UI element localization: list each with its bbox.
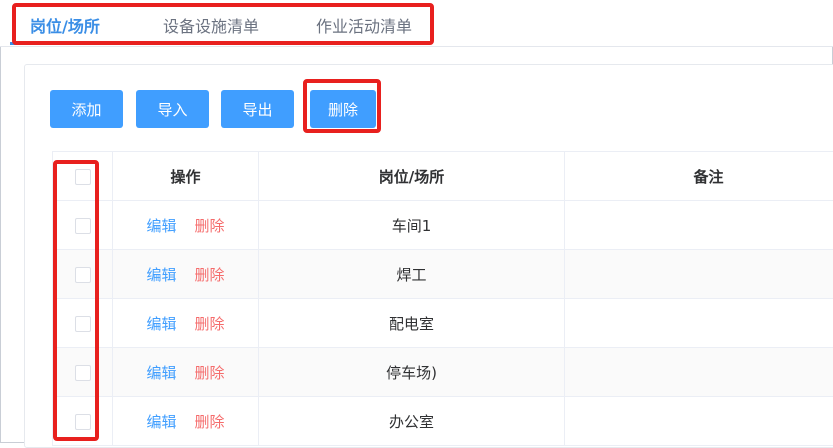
edit-link[interactable]: 编辑 [146,364,176,382]
tab-operation-list[interactable]: 作业活动清单 [316,13,412,37]
position-cell: 办公室 [259,397,565,446]
table-row: 编辑 删除 配电室 [53,299,833,348]
row-checkbox[interactable] [75,316,91,332]
table-row: 编辑 删除 焊工 [53,250,833,299]
delete-link[interactable]: 删除 [195,413,225,431]
delete-link[interactable]: 删除 [195,266,225,284]
import-button[interactable]: 导入 [136,90,209,128]
position-cell: 焊工 [259,250,565,299]
row-checkbox[interactable] [75,267,91,283]
delete-button[interactable]: 删除 [310,90,376,128]
table-row: 编辑 删除 车间1 [53,201,833,250]
remark-cell [565,348,833,397]
select-all-cell [53,152,113,201]
tab-equipment-list[interactable]: 设备设施清单 [163,13,259,37]
tab-positions[interactable]: 岗位/场所 [30,13,100,37]
row-checkbox[interactable] [75,414,91,430]
active-tab-indicator [10,42,128,45]
column-header-remark: 备注 [565,152,833,201]
table-row: 编辑 删除 办公室 [53,397,833,446]
edit-link[interactable]: 编辑 [146,315,176,333]
delete-link[interactable]: 删除 [195,217,225,235]
remark-cell [565,250,833,299]
column-header-action: 操作 [113,152,259,201]
remark-cell [565,299,833,348]
add-button[interactable]: 添加 [50,90,123,128]
position-cell: 车间1 [259,201,565,250]
tab-bar: 岗位/场所 设备设施清单 作业活动清单 [0,0,833,47]
table-row: 编辑 删除 停车场) [53,348,833,397]
edit-link[interactable]: 编辑 [146,217,176,235]
remark-cell [565,201,833,250]
edit-link[interactable]: 编辑 [146,413,176,431]
remark-cell [565,397,833,446]
row-checkbox[interactable] [75,218,91,234]
delete-link[interactable]: 删除 [195,364,225,382]
column-header-position: 岗位/场所 [259,152,565,201]
select-all-checkbox[interactable] [75,169,91,185]
edit-link[interactable]: 编辑 [146,266,176,284]
position-cell: 停车场) [259,348,565,397]
position-cell: 配电室 [259,299,565,348]
positions-table: 操作 岗位/场所 备注 编辑删除 车间1 编辑删除 焊工 编辑删除 配电室 编辑… [52,151,833,446]
delete-link[interactable]: 删除 [195,315,225,333]
table-header-row: 操作 岗位/场所 备注 [53,152,833,201]
export-button[interactable]: 导出 [221,90,294,128]
row-checkbox[interactable] [75,365,91,381]
